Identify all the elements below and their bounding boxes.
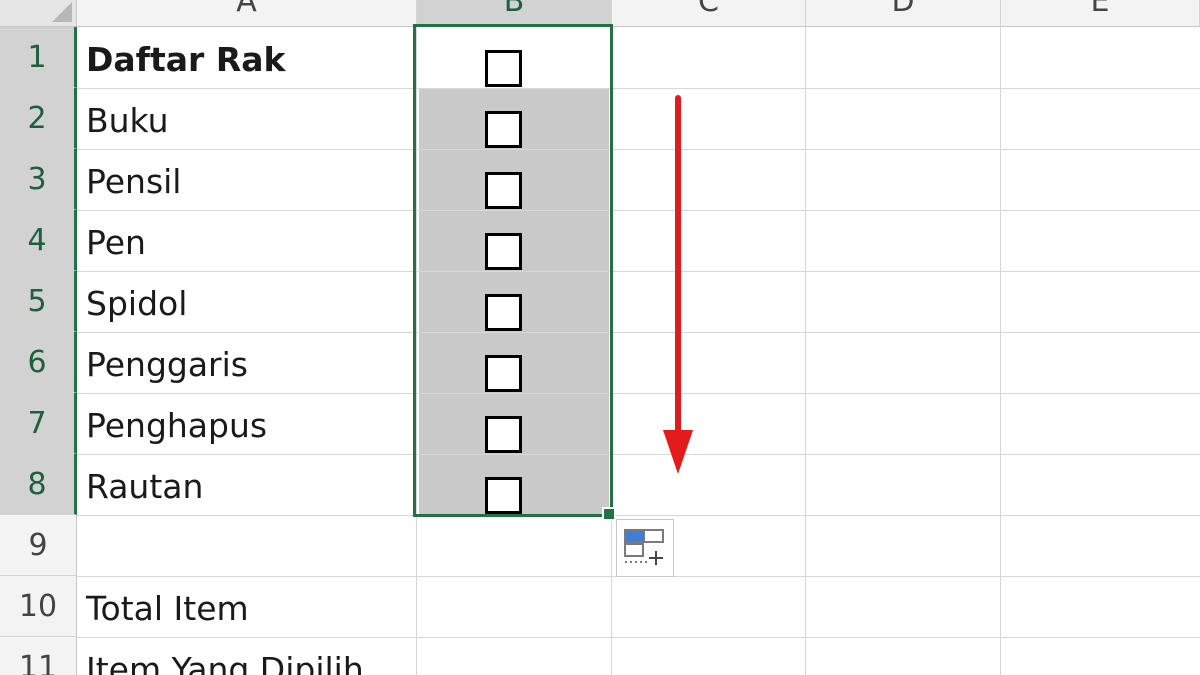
gridline bbox=[77, 393, 1200, 394]
gridline bbox=[1000, 27, 1001, 675]
selection-border bbox=[413, 24, 613, 517]
row-header-6[interactable]: 6 bbox=[0, 332, 77, 393]
gridline bbox=[77, 515, 1200, 516]
cell-a4[interactable]: Pen bbox=[86, 223, 146, 262]
cell-a10[interactable]: Total Item bbox=[86, 589, 249, 628]
column-header-row: A B C D E bbox=[0, 0, 1200, 27]
cell-a6[interactable]: Penggaris bbox=[86, 345, 248, 384]
spreadsheet: A B C D E 1 2 3 4 5 6 7 8 9 10 11 Daftar… bbox=[0, 0, 1200, 675]
cell-a2[interactable]: Buku bbox=[86, 101, 169, 140]
cell-a1[interactable]: Daftar Rak bbox=[86, 40, 285, 79]
cell-a11[interactable]: Item Yang Dipilih bbox=[86, 650, 364, 675]
column-header-e[interactable]: E bbox=[1001, 0, 1200, 27]
fill-handle[interactable] bbox=[602, 507, 616, 521]
cell-a3[interactable]: Pensil bbox=[86, 162, 181, 201]
column-header-a[interactable]: A bbox=[77, 0, 417, 27]
gridline bbox=[77, 149, 1200, 150]
row-header-8[interactable]: 8 bbox=[0, 454, 77, 515]
column-header-c[interactable]: C bbox=[612, 0, 806, 27]
select-all-corner[interactable] bbox=[0, 0, 77, 27]
row-header-3[interactable]: 3 bbox=[0, 149, 77, 210]
row-header-1[interactable]: 1 bbox=[0, 27, 77, 88]
gridline bbox=[805, 27, 806, 675]
column-header-d[interactable]: D bbox=[806, 0, 1001, 27]
row-header-4[interactable]: 4 bbox=[0, 210, 77, 271]
gridline bbox=[77, 271, 1200, 272]
row-header-7[interactable]: 7 bbox=[0, 393, 77, 454]
auto-fill-options-button[interactable] bbox=[616, 519, 674, 577]
cell-a8[interactable]: Rautan bbox=[86, 467, 203, 506]
row-header-5[interactable]: 5 bbox=[0, 271, 77, 332]
cell-a7[interactable]: Penghapus bbox=[86, 406, 267, 445]
gridline bbox=[77, 637, 1200, 638]
gridline bbox=[77, 88, 1200, 89]
column-header-b[interactable]: B bbox=[417, 0, 612, 27]
red-down-arrow-icon bbox=[663, 95, 693, 474]
cell-a5[interactable]: Spidol bbox=[86, 284, 187, 323]
gridline bbox=[77, 332, 1200, 333]
select-all-triangle-icon bbox=[52, 2, 72, 22]
row-header-9[interactable]: 9 bbox=[0, 515, 77, 576]
row-header-11[interactable]: 11 bbox=[0, 637, 77, 675]
row-header-2[interactable]: 2 bbox=[0, 88, 77, 149]
gridline bbox=[77, 454, 1200, 455]
row-header-10[interactable]: 10 bbox=[0, 576, 77, 637]
gridline bbox=[77, 210, 1200, 211]
auto-fill-options-icon bbox=[624, 529, 664, 565]
